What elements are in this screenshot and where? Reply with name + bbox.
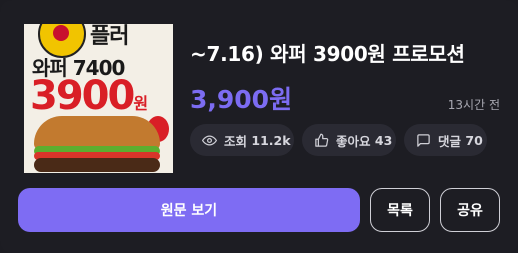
thumbnail-top-text: 플러 bbox=[90, 24, 129, 49]
comments-label: 댓글 bbox=[438, 133, 462, 149]
post-title[interactable]: ~7.16) 와퍼 3900원 프로모션 bbox=[190, 38, 506, 67]
share-button[interactable]: 공유 bbox=[440, 188, 500, 232]
views-chip: 조회 11.2k bbox=[190, 124, 294, 156]
likes-count: 43 bbox=[374, 132, 393, 148]
comments-count: 70 bbox=[465, 132, 483, 148]
thumbnail-won: 원 bbox=[133, 94, 148, 113]
post-price: 3,900원 bbox=[190, 85, 293, 114]
product-thumbnail[interactable]: 플러 와퍼 7400 3900원 bbox=[24, 24, 173, 173]
list-button[interactable]: 목록 bbox=[370, 188, 430, 232]
post-time: 13시간 전 bbox=[447, 98, 500, 112]
burger-bun bbox=[34, 116, 160, 150]
burger-patty bbox=[34, 158, 160, 172]
likes-label: 좋아요 bbox=[336, 133, 371, 149]
deal-card: 플러 와퍼 7400 3900원 ~7.16) 와퍼 3900원 프로모션 3,… bbox=[0, 0, 518, 253]
likes-chip[interactable]: 좋아요 43 bbox=[302, 124, 396, 156]
comments-chip[interactable]: 댓글 70 bbox=[404, 124, 487, 156]
thumbnail-new-price-value: 3900 bbox=[30, 73, 135, 119]
views-count: 11.2k bbox=[251, 132, 291, 148]
view-original-button[interactable]: 원문 보기 bbox=[18, 188, 360, 232]
eye-icon bbox=[202, 134, 217, 146]
thumbs-up-icon bbox=[315, 133, 329, 147]
views-label: 조회 bbox=[224, 133, 248, 149]
comment-icon bbox=[417, 133, 430, 147]
